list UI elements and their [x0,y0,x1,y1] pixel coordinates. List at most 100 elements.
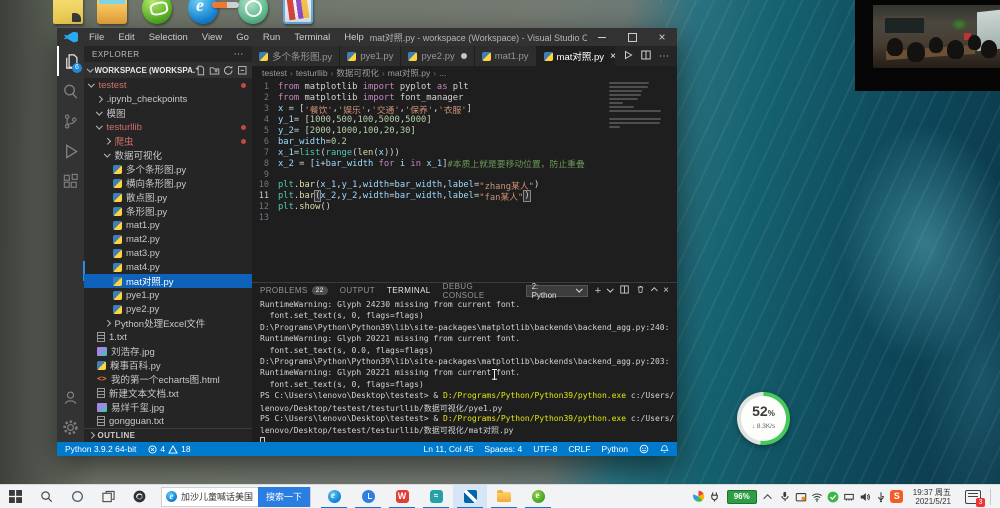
breadcrumb-item[interactable]: ... [439,68,446,78]
tree-item[interactable]: mat对照.py [84,274,252,288]
gallery-icon[interactable] [283,0,313,24]
terminal-select[interactable]: 2: Python [526,285,588,297]
tree-item[interactable]: mat3.py [84,246,252,260]
panel-tab-terminal[interactable]: TERMINAL [387,286,431,295]
speaker-icon[interactable] [857,488,873,506]
editor-tab[interactable]: mat1.py [475,46,537,66]
chevron-down-icon[interactable] [607,286,613,292]
tree-item[interactable]: 糗事百科.py [84,358,252,372]
status-item[interactable]: Spaces: 4 [484,444,522,454]
tree-item[interactable]: .ipynb_checkpoints [84,92,252,106]
code-line[interactable]: 9 [252,169,677,180]
code-line[interactable]: 11plt.bar(x_2,y_2,width=bar_width,label=… [252,191,677,202]
panel-tab-problems[interactable]: PROBLEMS22 [260,286,328,295]
tree-item[interactable]: 新建文本文档.txt [84,386,252,400]
tree-item[interactable]: 我的第一个echarts图.html [84,372,252,386]
sogou-input-icon[interactable]: S [889,488,905,506]
tree-item[interactable]: 散点图.py [84,190,252,204]
tree-item[interactable]: 模图 [84,106,252,120]
workspace-section-header[interactable]: WORKSPACE (WORKSPA... [84,62,252,78]
usb-icon[interactable] [873,488,889,506]
code-line[interactable]: 6bar_width=0.2 [252,136,677,147]
app-circle-button[interactable] [124,485,155,508]
ethernet-icon[interactable] [841,488,857,506]
panel-tab-debug-console[interactable]: DEBUG CONSOLE [443,282,514,300]
settings-gear-icon[interactable] [57,412,84,442]
maximize-panel-icon[interactable] [651,287,657,293]
new-folder-icon[interactable] [209,65,220,76]
minimap[interactable] [609,82,663,134]
video-call-thumbnail[interactable] [873,5,1000,68]
shield-360-icon[interactable] [825,488,841,506]
extensions-icon[interactable] [57,166,84,196]
tree-item[interactable]: 条形图.py [84,204,252,218]
search-now-button[interactable]: 搜索一下 [258,487,310,507]
run-debug-icon[interactable] [57,136,84,166]
sticky-note-icon[interactable] [53,0,83,24]
taskbar-app-edge[interactable] [317,485,351,508]
status-item[interactable]: UTF-8 [533,444,557,454]
panel-tab-output[interactable]: OUTPUT [340,286,375,295]
editor-tab[interactable]: pye2.py [401,46,474,66]
status-item[interactable]: Python [602,444,628,454]
python-version[interactable]: Python 3.9.2 64-bit [65,444,136,454]
menu-selection[interactable]: Selection [143,30,194,45]
breadcrumb-item[interactable]: testest [262,68,287,78]
status-item[interactable]: CRLF [568,444,590,454]
tree-item[interactable]: 数据可视化 [84,148,252,162]
wifi-icon[interactable] [809,488,825,506]
taskbar-app-clock-app[interactable] [351,485,385,508]
show-desktop-button[interactable] [994,485,1000,508]
news-search-widget[interactable]: 加沙儿童喊话美国 搜索一下 [161,487,311,507]
outline-section[interactable]: OUTLINE [84,428,252,442]
split-editor-icon[interactable] [641,50,651,63]
breadcrumb-item[interactable]: testurllib [296,68,328,78]
close-panel-icon[interactable]: × [663,285,669,296]
tree-item[interactable]: mat2.py [84,232,252,246]
maximize-button[interactable] [617,28,647,46]
microphone-icon[interactable] [777,488,793,506]
terminal-output[interactable]: RuntimeWarning: Glyph 24230 missing from… [252,298,677,442]
tree-item[interactable]: pye1.py [84,288,252,302]
explorer-more-icon[interactable]: ⋯ [234,49,245,60]
tree-item[interactable]: mat1.py [84,218,252,232]
tree-item[interactable]: 刘浩存.jpg [84,344,252,358]
breadcrumb-item[interactable]: 数据可视化 [336,67,379,79]
run-button[interactable] [623,50,633,63]
notification-icon[interactable]: 3 [965,490,981,504]
code-line[interactable]: 13 [252,213,677,224]
tree-item[interactable]: 易烊千玺.jpg [84,400,252,414]
menu-edit[interactable]: Edit [112,30,140,45]
tree-item[interactable]: mat4.py [84,260,252,274]
close-button[interactable] [647,28,677,46]
tree-item[interactable]: 多个条形图.py [84,162,252,176]
task-view-button[interactable] [93,485,124,508]
kill-terminal-icon[interactable] [636,284,645,297]
taskbar-app-wps[interactable] [385,485,419,508]
taskbar-app-explorer[interactable] [487,485,521,508]
source-control-icon[interactable] [57,106,84,136]
menu-go[interactable]: Go [230,30,255,45]
tree-item[interactable]: 横向条形图.py [84,176,252,190]
explorer-icon[interactable]: 6 [57,46,84,76]
new-file-icon[interactable] [195,65,206,76]
tree-item[interactable]: testest [84,78,252,92]
tree-item[interactable]: 1.txt [84,330,252,344]
editor-tab[interactable]: mat对照.py× [537,46,615,66]
network-speed-widget[interactable]: 52% ↓ 8.3K/s [737,392,790,445]
editor-tab[interactable]: pye1.py [340,46,401,66]
start-button[interactable] [0,485,31,508]
screenshare-toolbar-pill[interactable] [212,2,239,8]
notifications-bell-icon[interactable] [660,444,669,454]
breadcrumb-item[interactable]: mat对照.py [388,67,431,79]
cortana-button[interactable] [62,485,93,508]
collapse-folders-icon[interactable] [237,65,248,76]
battery-indicator[interactable]: 96% [727,490,757,504]
menu-terminal[interactable]: Terminal [288,30,336,45]
hidden-icons-chevron[interactable] [761,488,777,506]
taskbar-app-vscode[interactable] [453,485,487,508]
pinwheel-icon[interactable] [691,488,707,506]
search-button[interactable] [31,485,62,508]
problems-status[interactable]: 4 18 [148,444,190,454]
code-line[interactable]: 8x_2 = [i+bar_width for i in x_1]#本质上就是要… [252,158,677,169]
